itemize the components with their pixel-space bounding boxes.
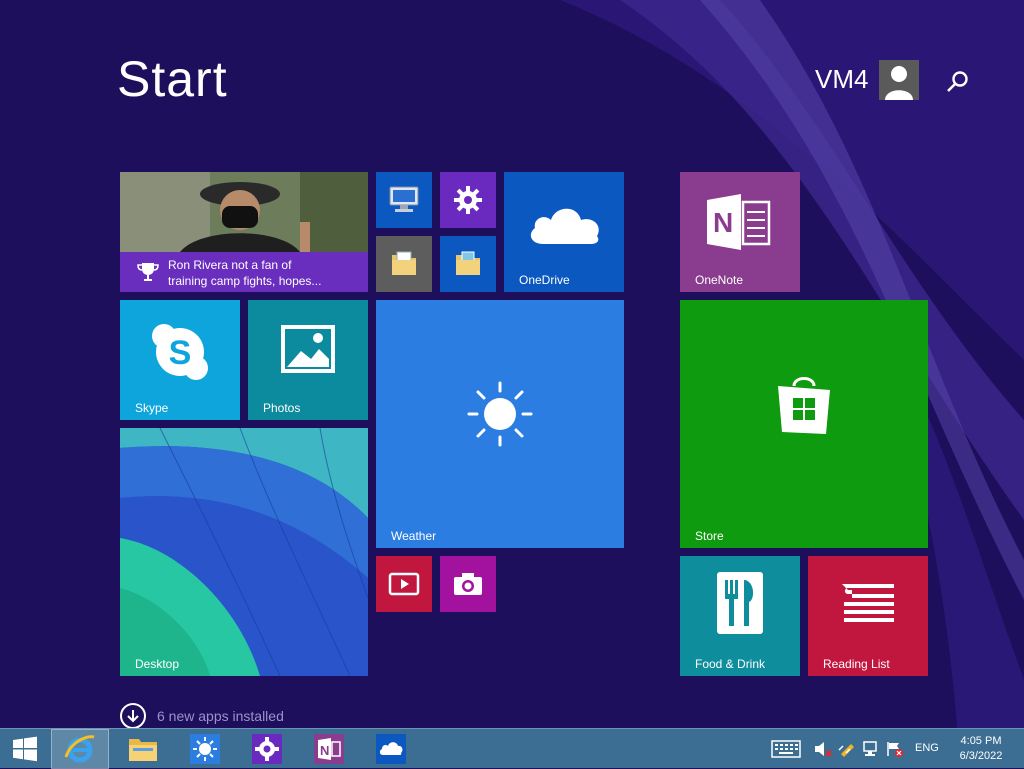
tile-onenote[interactable]: N OneNote [680,172,800,292]
tray-network[interactable] [860,729,882,769]
onenote-icon: N [707,194,771,250]
tile-label-onenote: OneNote [695,273,744,287]
shopping-bag-icon [778,377,830,434]
tile-label-skype: Skype [135,401,169,415]
volume-muted-icon [815,742,832,757]
skype-icon: S [152,324,208,380]
tile-desktop[interactable]: Desktop [120,428,368,676]
svg-text:N: N [320,743,329,758]
tile-video[interactable] [376,556,432,612]
photos-icon [281,325,335,373]
cloud-icon [530,208,599,244]
new-apps-installed-text: 6 new apps installed [157,708,284,724]
desktop-wallpaper [120,428,368,676]
folder-icon [456,251,480,275]
clock[interactable]: 4:05 PM 6/3/2022 [950,729,1012,769]
taskbar: N ENG 4:05 PM 6/3/2022 [0,728,1024,769]
taskbar-file-explorer[interactable] [118,729,168,769]
tile-reading-list[interactable]: Reading List [808,556,928,676]
tile-label-food-drink: Food & Drink [695,657,766,671]
weather-icon [190,734,220,764]
tile-label-photos: Photos [263,401,301,415]
taskbar-settings[interactable] [242,729,292,769]
search-button[interactable] [944,68,972,96]
power-icon [838,744,854,757]
arrow-down-circle-icon [120,703,146,729]
avatar[interactable] [879,60,919,100]
tile-news[interactable]: Ron Rivera not a fan of training camp fi… [120,172,368,292]
news-headline-line2: training camp fights, hopes... [168,274,322,288]
tile-pictures[interactable] [440,236,496,292]
tile-this-pc[interactable] [376,172,432,228]
taskbar-weather[interactable] [180,729,230,769]
clock-time: 4:05 PM [960,735,1002,747]
taskbar-internet-explorer[interactable] [51,729,109,769]
tile-label-weather: Weather [391,529,437,543]
input-language[interactable]: ENG [915,742,939,754]
network-icon [863,741,877,756]
keyboard-icon [771,740,801,758]
fork-knife-icon [717,572,763,634]
onedrive-icon [376,734,406,764]
file-explorer-icon [129,739,157,761]
tile-documents[interactable] [376,236,432,292]
user-name[interactable]: VM4 [815,64,868,95]
flag-warning-icon [887,742,903,757]
new-apps-installed-link[interactable]: 6 new apps installed [120,702,284,730]
windows-logo-icon [13,736,37,762]
taskbar-onenote[interactable]: N [304,729,354,769]
page-title: Start [117,51,228,107]
tray-power[interactable] [836,729,858,769]
tile-label-desktop: Desktop [135,657,180,671]
internet-explorer-icon [64,735,95,763]
svg-text:S: S [169,334,192,372]
reading-list-icon [842,584,894,622]
tray-volume[interactable] [812,729,834,769]
sun-icon [467,381,533,447]
tile-label-reading-list: Reading List [823,657,890,671]
video-icon [388,572,420,596]
tile-photos[interactable]: Photos [248,300,368,420]
tile-food-drink[interactable]: Food & Drink [680,556,800,676]
camera-icon [454,573,482,595]
tile-weather[interactable]: Weather [376,300,624,548]
gear-icon [454,186,482,214]
news-photo [120,172,368,252]
settings-icon [252,734,282,764]
tile-camera[interactable] [440,556,496,612]
search-icon [947,71,968,92]
tile-onedrive[interactable]: OneDrive [504,172,624,292]
touch-keyboard-button[interactable] [766,729,806,769]
tile-label-store: Store [695,529,724,543]
tile-pc-settings[interactable] [440,172,496,228]
tile-skype[interactable]: S Skype [120,300,240,420]
tile-store[interactable]: Store [680,300,928,548]
taskbar-onedrive[interactable] [366,729,416,769]
news-headline-line1: Ron Rivera not a fan of [168,258,292,272]
folder-icon [392,251,416,275]
tile-label-onedrive: OneDrive [519,273,570,287]
computer-icon [389,186,419,212]
tray-action-center[interactable] [884,729,906,769]
trophy-icon [137,263,159,281]
svg-text:N: N [713,207,733,238]
onenote-icon: N [314,734,344,764]
clock-date: 6/3/2022 [959,750,1003,762]
start-button[interactable] [0,729,50,769]
